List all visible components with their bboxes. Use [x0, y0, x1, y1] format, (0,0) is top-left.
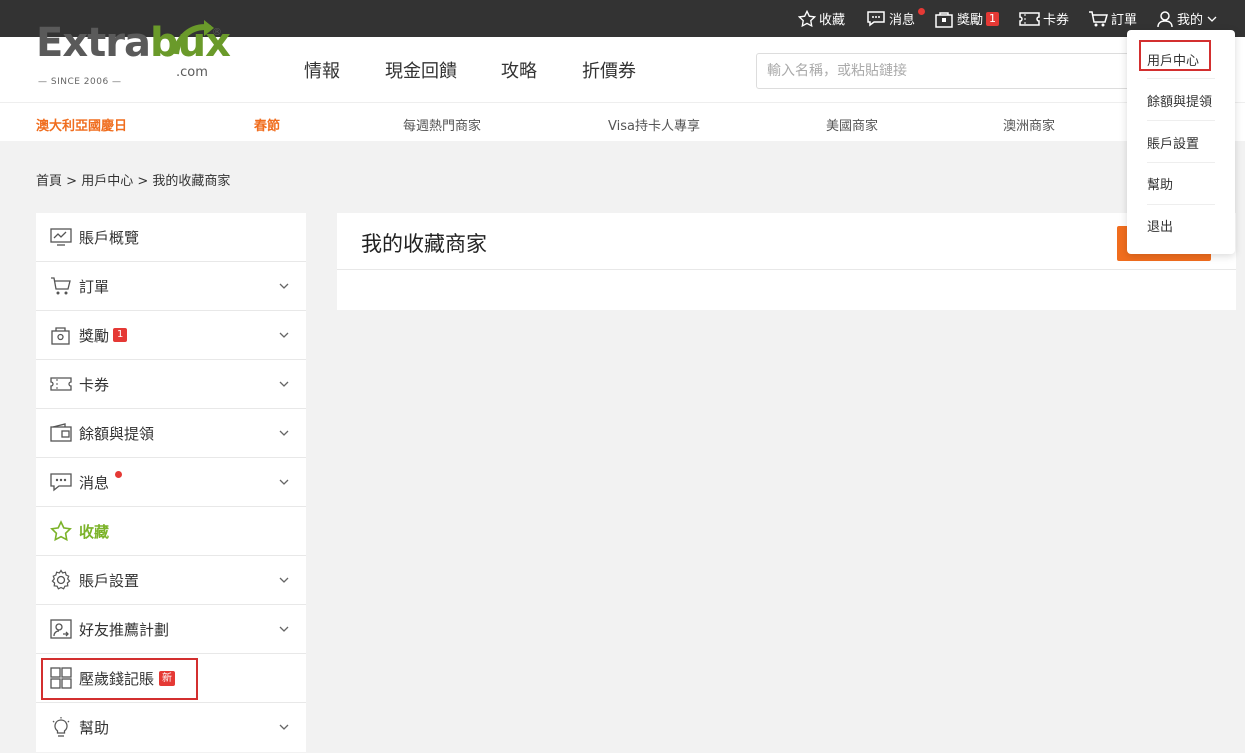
sidebar-item-favorites[interactable]: 收藏: [36, 507, 306, 556]
sidebar-item-label: 訂單: [79, 277, 110, 296]
divider: [337, 269, 1236, 270]
logo-domain: .com: [176, 65, 208, 80]
menu-item-account-settings[interactable]: 賬戶設置: [1147, 133, 1215, 152]
sidebar-item-label: 賬戶概覽: [79, 228, 140, 247]
logo-registered: ®: [212, 27, 222, 38]
nav-coupons[interactable]: 折價券: [582, 57, 636, 83]
divider: [1147, 204, 1215, 205]
logo-arrow-icon: [173, 20, 214, 55]
logo-since: — SINCE 2006 —: [38, 77, 122, 87]
site-logo[interactable]: Extrabux .com — SINCE 2006 — ®: [36, 20, 231, 95]
highlight-box: [41, 658, 198, 700]
subnav-visa[interactable]: Visa持卡人專享: [608, 115, 700, 134]
topbar-rewards-label: 獎勵: [957, 13, 984, 28]
subnav-us-merchants[interactable]: 美國商家: [826, 115, 878, 134]
sidebar-item-messages[interactable]: 消息: [36, 458, 306, 507]
nav-info[interactable]: 情報: [304, 57, 340, 83]
unread-dot: [918, 8, 925, 15]
topbar-orders-label: 訂單: [1111, 13, 1138, 28]
sub-nav: 澳大利亞國慶日 春節 每週熱門商家 Visa持卡人專享 美國商家 澳洲商家: [0, 102, 1245, 141]
topbar-messages-label: 消息: [889, 13, 916, 28]
gear-icon: [50, 569, 72, 591]
chevron-down-icon: [279, 724, 289, 730]
breadcrumb: 首頁 > 用戶中心 > 我的收藏商家: [36, 170, 230, 189]
chevron-down-icon: [279, 577, 289, 583]
sidebar-item-label: 賬戶設置: [79, 571, 140, 590]
sidebar-item-orders[interactable]: 訂單: [36, 262, 306, 311]
main-panel: 我的收藏商家: [337, 213, 1236, 310]
rewards-count-badge: 1: [986, 11, 1000, 26]
subnav-weekly-hot[interactable]: 每週熱門商家: [403, 115, 481, 134]
sidebar-item-cards[interactable]: 卡券: [36, 360, 306, 409]
sidebar-item-account-settings[interactable]: 賬戶設置: [36, 556, 306, 605]
star-icon: [798, 9, 816, 27]
monitor-chart-icon: [50, 226, 72, 248]
user-icon: [1157, 10, 1173, 27]
sidebar-item-balance[interactable]: 餘額與提領: [36, 409, 306, 458]
topbar-cards[interactable]: 卡券: [1019, 0, 1069, 37]
topbar-mine-label: 我的: [1177, 13, 1204, 28]
topbar-favorites-label: 收藏: [819, 13, 846, 28]
unread-dot: [115, 471, 122, 478]
sidebar-item-label: 收藏: [79, 522, 110, 541]
sidebar-item-label: 餘額與提領: [79, 424, 155, 443]
ticket-icon: [50, 373, 72, 395]
page-title: 我的收藏商家: [361, 232, 487, 256]
nav-guides[interactable]: 攻略: [501, 57, 537, 83]
gift-bag-icon: [50, 324, 72, 346]
sidebar-item-label: 獎勵: [79, 326, 110, 345]
subnav-au-merchants[interactable]: 澳洲商家: [1003, 115, 1055, 134]
highlight-box: [1139, 40, 1211, 71]
menu-item-help[interactable]: 幫助: [1147, 174, 1215, 193]
search-box: [756, 53, 1146, 89]
chevron-down-icon: [279, 381, 289, 387]
breadcrumb-current: 我的收藏商家: [152, 174, 231, 189]
chevron-down-icon: [279, 430, 289, 436]
sidebar-item-label: 卡券: [79, 375, 110, 394]
menu-item-balance[interactable]: 餘額與提領: [1147, 91, 1227, 110]
nav-cashback[interactable]: 現金回饋: [385, 57, 457, 83]
sidebar-item-rewards[interactable]: 獎勵 1: [36, 311, 306, 360]
sidebar-item-label: 幫助: [79, 719, 110, 737]
sidebar-item-label: 好友推薦計劃: [79, 620, 170, 639]
wallet-icon: [50, 422, 72, 444]
breadcrumb-sep: >: [137, 174, 149, 189]
chevron-down-icon: [279, 283, 289, 289]
sidebar-item-referral[interactable]: 好友推薦計劃: [36, 605, 306, 654]
menu-item-logout[interactable]: 退出: [1147, 216, 1215, 235]
chevron-down-icon: [279, 332, 289, 338]
sidebar-item-help[interactable]: 幫助: [36, 703, 306, 752]
ticket-icon: [1019, 11, 1040, 26]
cart-icon: [1089, 10, 1108, 26]
chat-icon: [50, 471, 72, 493]
chevron-down-icon: [279, 626, 289, 632]
search-input[interactable]: [767, 63, 1135, 79]
topbar-messages[interactable]: 消息: [866, 0, 925, 37]
topbar-favorites[interactable]: 收藏: [798, 0, 845, 37]
sidebar-item-account-overview[interactable]: 賬戶概覽: [36, 213, 306, 262]
user-share-icon: [50, 618, 72, 640]
chevron-down-icon: [279, 479, 289, 485]
subnav-spring-festival[interactable]: 春節: [254, 115, 280, 134]
subnav-australia-day[interactable]: 澳大利亞國慶日: [36, 115, 127, 134]
chevron-down-icon: [1207, 16, 1217, 22]
gift-bag-icon: [935, 11, 953, 28]
sidebar-item-label: 消息: [79, 473, 110, 492]
breadcrumb-home[interactable]: 首頁: [36, 174, 62, 189]
divider: [1147, 162, 1215, 163]
cart-icon: [50, 275, 72, 297]
lightbulb-icon: [50, 716, 72, 739]
chat-icon: [867, 10, 885, 26]
divider: [1147, 120, 1215, 121]
star-icon: [50, 520, 72, 542]
breadcrumb-sep: >: [66, 174, 78, 189]
breadcrumb-user-center[interactable]: 用戶中心: [81, 174, 133, 189]
divider: [1147, 78, 1215, 79]
topbar-rewards[interactable]: 獎勵 1: [934, 0, 1000, 37]
topbar-cards-label: 卡券: [1043, 13, 1070, 28]
rewards-count-badge: 1: [113, 328, 128, 342]
